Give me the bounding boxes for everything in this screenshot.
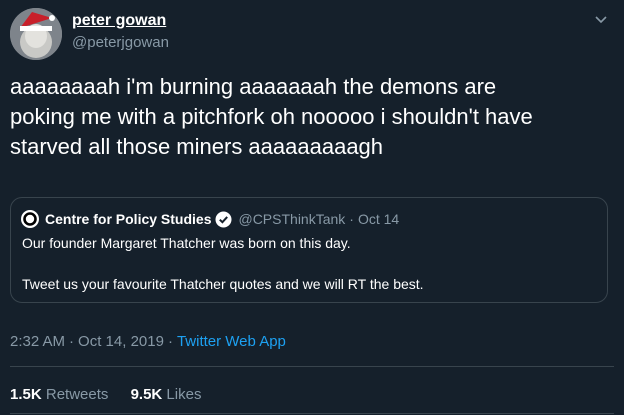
- avatar[interactable]: [10, 8, 62, 60]
- tweet-text-line: starved all those miners aaaaaaaaagh: [10, 134, 384, 159]
- separator-dot: ·: [69, 333, 75, 350]
- avatar-image: [10, 8, 62, 60]
- quoted-tweet-header: Centre for Policy Studies @CPSThinkTank …: [21, 209, 399, 229]
- tweet-text-line: aaaaaaaah i'm burning aaaaaaah the demon…: [10, 74, 497, 99]
- retweets-stat[interactable]: 1.5K Retweets: [10, 386, 108, 403]
- author-handle: @peterjgowan: [72, 34, 169, 51]
- tweet-source-link[interactable]: Twitter Web App: [177, 333, 286, 350]
- quoted-author-handle: @CPSThinkTank: [238, 211, 346, 227]
- retweets-count: 1.5K: [10, 386, 42, 403]
- divider: [10, 413, 614, 414]
- chevron-down-icon: [595, 16, 607, 24]
- retweets-label: Retweets: [45, 386, 109, 403]
- likes-count: 9.5K: [130, 386, 163, 403]
- likes-label: Likes: [166, 386, 202, 403]
- tweet-text-line: poking me with a pitchfork oh nooooo i s…: [10, 104, 533, 129]
- quoted-author-name: Centre for Policy Studies: [45, 211, 212, 227]
- quoted-tweet-text: Our founder Margaret Thatcher was born o…: [22, 235, 351, 251]
- separator-dot: ·: [167, 333, 173, 350]
- separator-dot: ·: [349, 211, 354, 227]
- verified-badge-icon: [215, 211, 232, 227]
- more-options-button[interactable]: [592, 10, 610, 28]
- divider: [10, 366, 614, 367]
- tweet-meta: 2:32 AM · Oct 14, 2019 · Twitter Web App: [10, 333, 286, 350]
- tweet-time[interactable]: 2:32 AM: [10, 333, 65, 350]
- author-name[interactable]: peter gowan: [72, 12, 166, 30]
- cps-logo-icon: [21, 210, 39, 228]
- tweet-stats: 1.5K Retweets 9.5K Likes: [10, 386, 219, 403]
- tweet-text: aaaaaaaah i'm burning aaaaaaah the demon…: [10, 72, 614, 162]
- likes-stat[interactable]: 9.5K Likes: [131, 386, 202, 403]
- tweet-date[interactable]: Oct 14, 2019: [78, 333, 164, 350]
- quoted-tweet-date: Oct 14: [357, 211, 400, 227]
- quoted-tweet-text: Tweet us your favourite Thatcher quotes …: [22, 276, 424, 292]
- quoted-tweet-card[interactable]: Centre for Policy Studies @CPSThinkTank …: [10, 197, 608, 303]
